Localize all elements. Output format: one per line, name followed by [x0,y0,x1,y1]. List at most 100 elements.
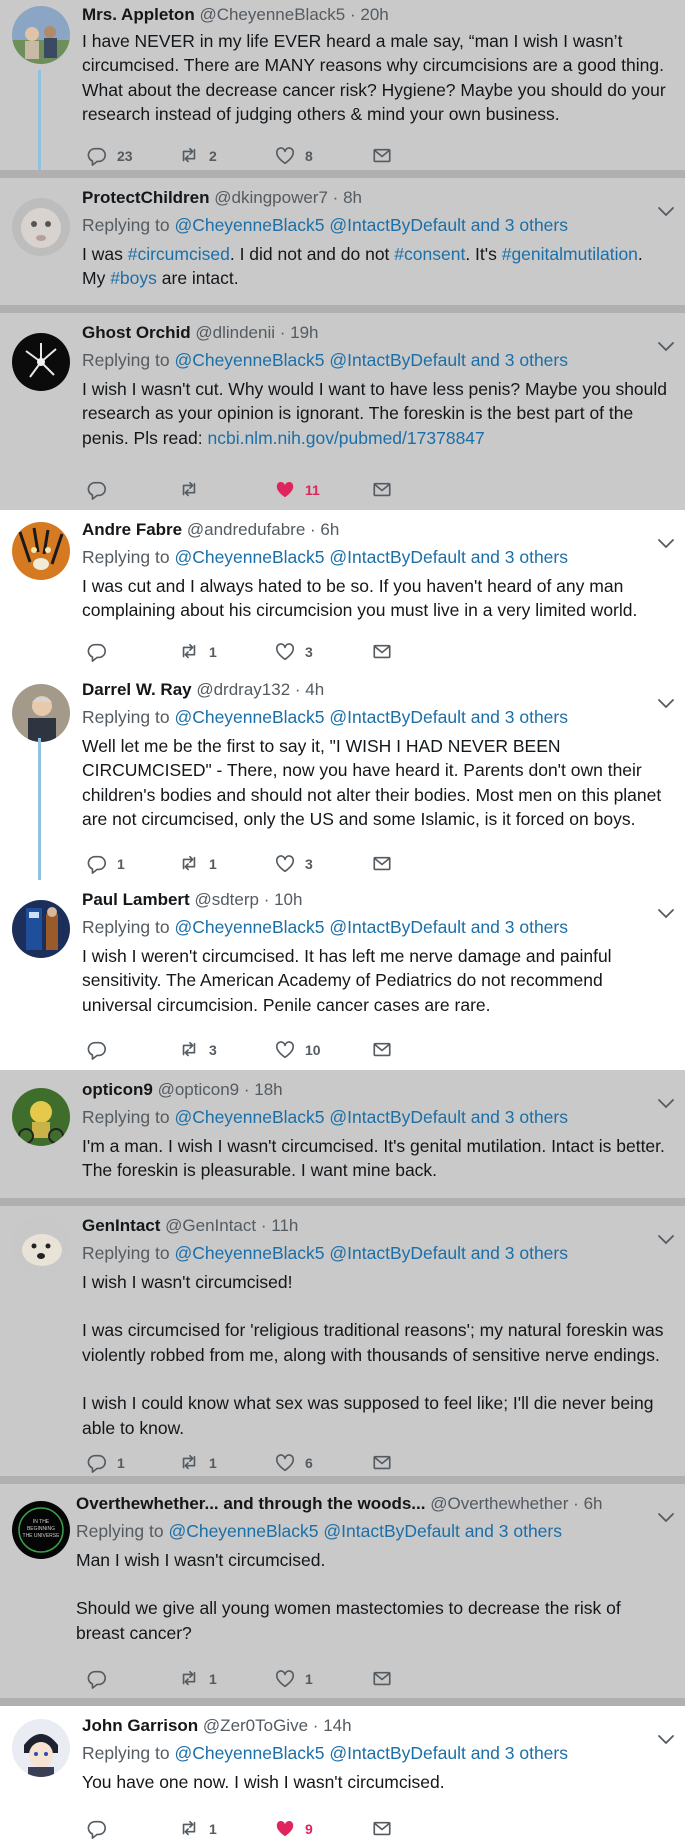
user-handle[interactable]: @dlindenii [195,323,275,342]
retweet-button[interactable]: 2 [178,144,217,168]
like-button[interactable]: 9 [274,1817,313,1841]
avatar[interactable] [12,198,70,256]
display-name[interactable]: ProtectChildren [82,188,210,207]
mention-link[interactable]: @IntactByDefault [329,1743,465,1763]
direct-message-button[interactable] [371,478,393,502]
timestamp[interactable]: 4h [305,680,324,699]
others-link[interactable]: and 3 others [471,1743,568,1763]
timestamp[interactable]: 10h [274,890,302,909]
display-name[interactable]: opticon9 [82,1080,153,1099]
mention-link[interactable]: @IntactByDefault [329,547,465,567]
tweet-card[interactable]: GenIntact @GenIntact · 11h Replying to @C… [0,1206,685,1476]
reply-button[interactable] [86,1817,117,1841]
timestamp[interactable]: 19h [290,323,318,342]
user-handle[interactable]: @drdray132 [196,680,290,699]
others-link[interactable]: and 3 others [471,215,568,235]
direct-message-button[interactable] [371,640,393,664]
user-handle[interactable]: @sdterp [194,890,259,909]
avatar[interactable] [12,1719,70,1777]
direct-message-button[interactable] [371,1667,393,1691]
display-name[interactable]: Paul Lambert [82,890,190,909]
tweet-card[interactable]: ProtectChildren @dkingpower7 · 8h Replyin… [0,178,685,305]
user-handle[interactable]: @dkingpower7 [214,188,328,207]
direct-message-button[interactable] [371,1038,393,1062]
tweet-card[interactable]: Mrs. Appleton @CheyenneBlack5 · 20h I hav… [0,0,685,170]
like-button[interactable]: 10 [274,1038,321,1062]
user-handle[interactable]: @GenIntact [165,1216,256,1235]
like-button[interactable]: 1 [274,1667,313,1691]
mention-link[interactable]: @IntactByDefault [323,1521,459,1541]
mention-link[interactable]: @IntactByDefault [329,215,465,235]
tweet-card[interactable]: IN THE BEGINNING THE UNIVERSE Overthewhethe… [0,1484,685,1698]
others-link[interactable]: and 3 others [471,350,568,370]
tweet-card[interactable]: opticon9 @opticon9 · 18h Replying to @Che… [0,1070,685,1198]
reply-button[interactable]: 1 [86,852,125,876]
avatar[interactable] [12,1088,70,1146]
avatar[interactable]: IN THE BEGINNING THE UNIVERSE [12,1501,70,1559]
mention-link[interactable]: @CheyenneBlack5 [174,1743,324,1763]
tweet-card[interactable]: Paul Lambert @sdterp · 10h Replying to @C… [0,880,685,1070]
tweet-card[interactable]: Andre Fabre @andredufabre · 6h Replying t… [0,510,685,670]
mention-link[interactable]: @IntactByDefault [329,350,465,370]
timestamp[interactable]: 14h [323,1716,351,1735]
display-name[interactable]: Ghost Orchid [82,323,191,342]
like-button[interactable]: 8 [274,144,313,168]
mention-link[interactable]: @CheyenneBlack5 [174,215,324,235]
avatar[interactable] [12,684,70,742]
display-name[interactable]: Darrel W. Ray [82,680,192,699]
mention-link[interactable]: @CheyenneBlack5 [174,547,324,567]
others-link[interactable]: and 3 others [471,707,568,727]
timestamp[interactable]: 11h [271,1216,298,1235]
mention-link[interactable]: @CheyenneBlack5 [174,350,324,370]
timestamp[interactable]: 6h [584,1494,603,1513]
url-link[interactable]: ncbi.nlm.nih.gov/pubmed/17378847 [207,428,484,448]
retweet-button[interactable]: 1 [178,640,217,664]
display-name[interactable]: John Garrison [82,1716,198,1735]
direct-message-button[interactable] [371,852,393,876]
mention-link[interactable]: @IntactByDefault [329,1243,465,1263]
mention-link[interactable]: @CheyenneBlack5 [174,917,324,937]
timestamp[interactable]: 8h [343,188,362,207]
mention-link[interactable]: @CheyenneBlack5 [174,1243,324,1263]
timestamp[interactable]: 18h [254,1080,282,1099]
others-link[interactable]: and 3 others [471,547,568,567]
display-name[interactable]: Mrs. Appleton [82,5,195,24]
avatar[interactable] [12,6,70,64]
direct-message-button[interactable] [371,144,393,168]
hashtag-link[interactable]: #consent [394,244,465,264]
others-link[interactable]: and 3 others [471,1107,568,1127]
like-button[interactable]: 3 [274,852,313,876]
mention-link[interactable]: @CheyenneBlack5 [174,1107,324,1127]
reply-button[interactable] [86,1038,117,1062]
display-name[interactable]: Overthewhether... and through the woods.… [76,1494,425,1513]
user-handle[interactable]: @opticon9 [158,1080,240,1099]
reply-button[interactable]: 1 [86,1451,125,1475]
others-link[interactable]: and 3 others [471,1243,568,1263]
timestamp[interactable]: 20h [360,5,388,24]
mention-link[interactable]: @IntactByDefault [329,707,465,727]
retweet-button[interactable]: 1 [178,1817,217,1841]
direct-message-button[interactable] [371,1451,393,1475]
retweet-button[interactable] [178,478,209,502]
user-handle[interactable]: @andredufabre [187,520,305,539]
tweet-card[interactable]: John Garrison @Zer0ToGive · 14h Replying … [0,1706,685,1843]
reply-button[interactable] [86,640,117,664]
tweet-card[interactable]: Darrel W. Ray @drdray132 · 4h Replying to… [0,670,685,880]
direct-message-button[interactable] [371,1817,393,1841]
retweet-button[interactable]: 3 [178,1038,217,1062]
like-button[interactable]: 11 [274,478,320,502]
mention-link[interactable]: @IntactByDefault [329,1107,465,1127]
like-button[interactable]: 3 [274,640,313,664]
avatar[interactable] [12,1216,70,1274]
user-handle[interactable]: @Zer0ToGive [203,1716,308,1735]
reply-button[interactable] [86,1667,117,1691]
user-handle[interactable]: @Overthewhether [430,1494,568,1513]
reply-button[interactable]: 23 [86,144,133,168]
avatar[interactable] [12,900,70,958]
like-button[interactable]: 6 [274,1451,313,1475]
avatar[interactable] [12,522,70,580]
avatar[interactable] [12,333,70,391]
mention-link[interactable]: @CheyenneBlack5 [174,707,324,727]
timestamp[interactable]: 6h [320,520,339,539]
retweet-button[interactable]: 1 [178,852,217,876]
